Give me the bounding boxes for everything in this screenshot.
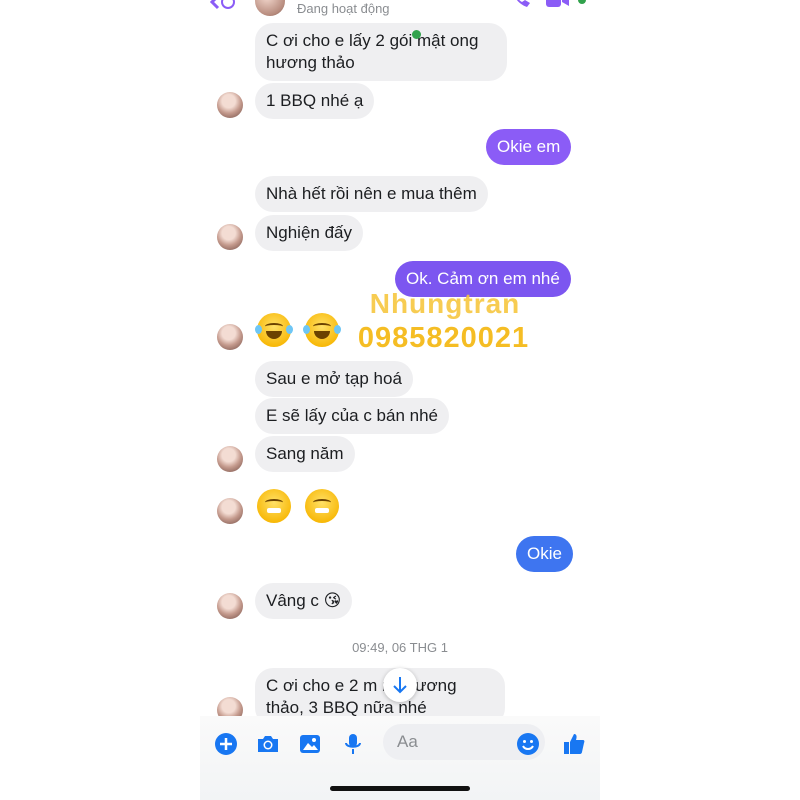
arrow-down-icon	[393, 677, 407, 694]
avatar[interactable]	[217, 92, 243, 118]
message-incoming[interactable]: Nghiện đấy	[255, 215, 364, 251]
grinning-emoji	[257, 489, 291, 523]
chat-screen: Đang hoạt động C ơi cho e lấy 2 gói mật …	[200, 0, 600, 800]
image-icon[interactable]	[298, 732, 322, 756]
camera-icon[interactable]	[256, 732, 280, 756]
avatar[interactable]	[217, 224, 243, 250]
avatar[interactable]	[217, 498, 243, 524]
message-incoming[interactable]: C ơi cho e lấy 2 gói mật ong hương thảo	[255, 23, 507, 81]
active-status: Đang hoạt động	[297, 1, 390, 16]
back-arrow-icon[interactable]	[209, 0, 236, 12]
message-timestamp: 09:49, 06 THG 1	[352, 640, 448, 655]
watermark-phone: 0985820021	[357, 322, 530, 354]
message-incoming[interactable]: Vâng c 😘	[255, 583, 353, 619]
message-incoming[interactable]: 1 BBQ nhé ạ	[255, 83, 375, 119]
chat-header: Đang hoạt động	[200, 0, 600, 20]
watermark: Nhungtran 0985820021	[340, 288, 550, 355]
avatar[interactable]	[217, 593, 243, 619]
contact-avatar[interactable]	[255, 0, 285, 16]
emoji-icon[interactable]	[516, 732, 540, 756]
online-indicator	[578, 0, 586, 4]
laughing-tears-emoji	[255, 313, 293, 347]
message-outgoing[interactable]: Okie	[516, 536, 573, 572]
message-incoming[interactable]: Sang năm	[255, 436, 355, 472]
emoji-message[interactable]	[257, 489, 349, 528]
phone-icon[interactable]	[510, 0, 532, 10]
emoji-message[interactable]	[255, 313, 349, 352]
message-incoming[interactable]: Nhà hết rồi nên e mua thêm	[255, 176, 488, 212]
avatar[interactable]	[217, 446, 243, 472]
watermark-name: Nhungtran	[369, 288, 521, 319]
message-outgoing[interactable]: Okie em	[486, 129, 572, 165]
plus-icon[interactable]	[214, 732, 238, 756]
message-incoming[interactable]: Sau e mở tạp hoá	[255, 361, 413, 397]
thumbs-up-icon[interactable]	[562, 732, 586, 756]
message-input-placeholder: Aa	[397, 732, 418, 751]
scroll-to-bottom-button[interactable]	[383, 668, 417, 702]
laughing-tears-emoji	[303, 313, 342, 347]
avatar[interactable]	[217, 324, 243, 350]
home-indicator[interactable]	[330, 786, 470, 791]
video-icon[interactable]	[545, 0, 571, 10]
microphone-icon[interactable]	[341, 732, 365, 756]
online-indicator	[412, 30, 421, 39]
grinning-emoji	[305, 489, 340, 523]
message-incoming[interactable]: E sẽ lấy của c bán nhé	[255, 398, 450, 434]
